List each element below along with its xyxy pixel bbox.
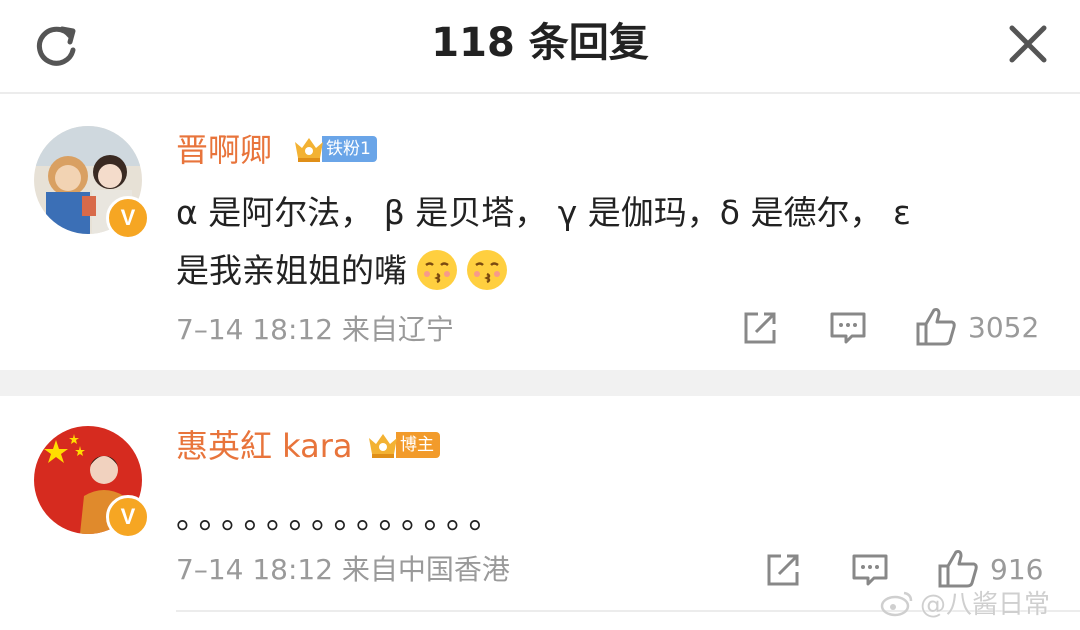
reply-header: 118 条回复: [0, 0, 1080, 94]
comment-text-tail: 是我亲姐姐的嘴: [176, 251, 407, 290]
weibo-logo-icon: [880, 591, 913, 616]
comment-text: 。。。。。。。。。。。。。。: [176, 497, 508, 536]
watermark-text: @八酱日常: [920, 590, 1051, 620]
verified-badge: V: [106, 495, 150, 539]
like-count: 3052: [968, 311, 1040, 344]
blogger-badge-label: 博主: [396, 432, 440, 458]
thumbs-up-icon: [916, 308, 956, 346]
reply-count-title: 118 条回复: [431, 20, 649, 66]
share-icon: [744, 312, 776, 344]
comment-text: α 是阿尔法， β 是贝塔， γ 是伽玛，δ 是德尔， ε 是我亲姐姐的嘴: [176, 184, 1036, 300]
like-button[interactable]: [936, 546, 978, 588]
verified-badge: V: [106, 196, 150, 240]
section-separator: [0, 370, 1080, 396]
fan-badge-label: 铁粉1: [322, 136, 377, 162]
username[interactable]: 晋啊卿: [176, 130, 272, 170]
comment-icon: [830, 312, 866, 344]
comment-item: V 晋啊卿 铁粉1 α 是阿尔法， β 是贝塔， γ 是伽玛，δ 是德尔， ε …: [0, 94, 1080, 370]
reply-button[interactable]: [828, 308, 868, 348]
close-icon: [1009, 25, 1047, 63]
blogger-badge: 博主: [366, 430, 440, 460]
fan-level-badge: 铁粉1: [292, 134, 377, 164]
kiss-face-emoji: [467, 250, 507, 290]
share-icon: [767, 554, 799, 586]
close-button[interactable]: [1000, 16, 1056, 72]
kiss-face-emoji: [417, 250, 457, 290]
comment-meta: 7–14 18:12 来自辽宁: [176, 313, 454, 346]
crown-icon: [369, 434, 397, 458]
comment-text-line: α 是阿尔法， β 是贝塔， γ 是伽玛，δ 是德尔， ε: [176, 193, 911, 232]
share-button[interactable]: [740, 308, 780, 348]
like-button[interactable]: [914, 304, 956, 346]
watermark: @八酱日常: [880, 584, 1050, 621]
crown-icon: [295, 138, 323, 162]
username[interactable]: 惠英紅 kara: [176, 426, 353, 466]
comment-meta: 7–14 18:12 来自中国香港: [176, 553, 510, 586]
like-count: 916: [990, 553, 1044, 586]
comment-text-line-2: 是我亲姐姐的嘴: [176, 242, 1036, 300]
share-button[interactable]: [763, 550, 803, 590]
